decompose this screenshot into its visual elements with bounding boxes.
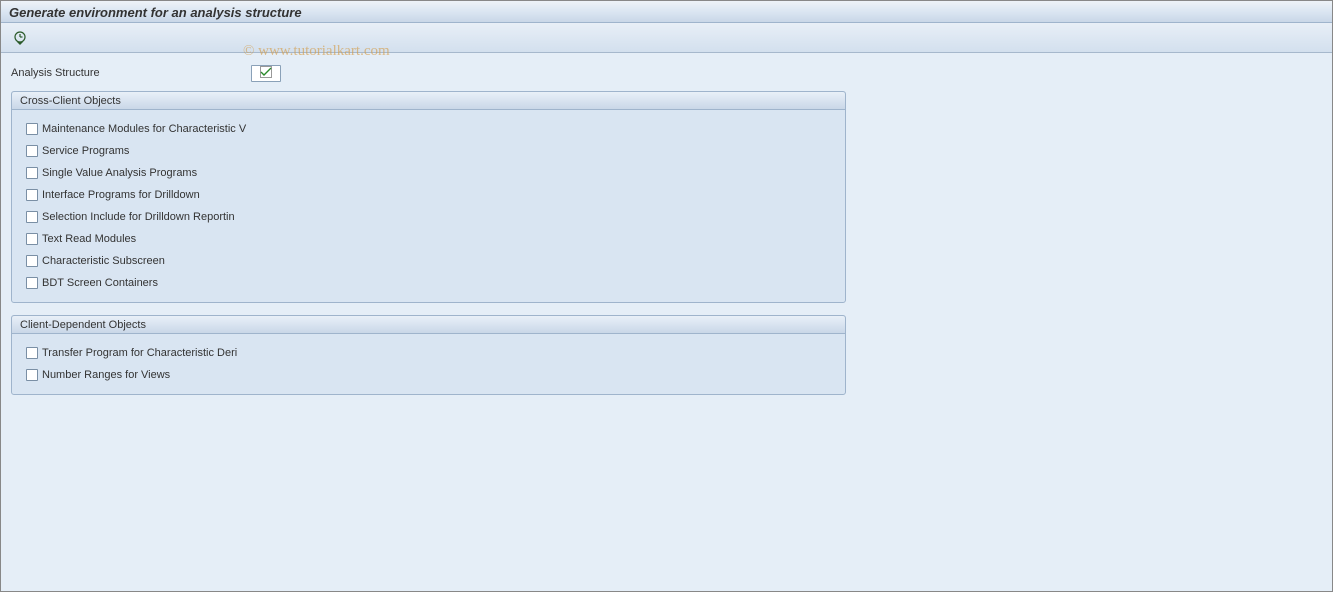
transfer-program-checkbox[interactable] bbox=[26, 347, 38, 359]
checkbox-row: Text Read Modules bbox=[26, 228, 831, 250]
service-programs-checkbox[interactable] bbox=[26, 145, 38, 157]
checkbox-label: Text Read Modules bbox=[42, 233, 136, 245]
checkbox-label: Number Ranges for Views bbox=[42, 369, 170, 381]
checkbox-row: Selection Include for Drilldown Reportin bbox=[26, 206, 831, 228]
checkbox-row: BDT Screen Containers bbox=[26, 272, 831, 294]
checkbox-row: Maintenance Modules for Characteristic V bbox=[26, 118, 831, 140]
checkbox-row: Characteristic Subscreen bbox=[26, 250, 831, 272]
checkbox-row: Transfer Program for Characteristic Deri bbox=[26, 342, 831, 364]
checkbox-label: Selection Include for Drilldown Reportin bbox=[42, 211, 235, 223]
client-dependent-body: Transfer Program for Characteristic Deri… bbox=[12, 334, 845, 394]
check-icon bbox=[260, 66, 272, 81]
checkbox-label: Transfer Program for Characteristic Deri bbox=[42, 347, 237, 359]
checkbox-label: Single Value Analysis Programs bbox=[42, 167, 197, 179]
checkbox-label: Service Programs bbox=[42, 145, 129, 157]
checkbox-row: Single Value Analysis Programs bbox=[26, 162, 831, 184]
characteristic-subscreen-checkbox[interactable] bbox=[26, 255, 38, 267]
title-bar: Generate environment for an analysis str… bbox=[1, 1, 1332, 23]
selection-include-checkbox[interactable] bbox=[26, 211, 38, 223]
checkbox-label: BDT Screen Containers bbox=[42, 277, 158, 289]
analysis-structure-input[interactable] bbox=[251, 65, 281, 82]
interface-programs-checkbox[interactable] bbox=[26, 189, 38, 201]
checkbox-row: Service Programs bbox=[26, 140, 831, 162]
execute-button[interactable] bbox=[11, 29, 29, 47]
cross-client-group: Cross-Client Objects Maintenance Modules… bbox=[11, 91, 846, 303]
bdt-screen-checkbox[interactable] bbox=[26, 277, 38, 289]
cross-client-title: Cross-Client Objects bbox=[12, 92, 845, 110]
client-dependent-group: Client-Dependent Objects Transfer Progra… bbox=[11, 315, 846, 395]
checkbox-row: Interface Programs for Drilldown bbox=[26, 184, 831, 206]
text-read-checkbox[interactable] bbox=[26, 233, 38, 245]
number-ranges-checkbox[interactable] bbox=[26, 369, 38, 381]
execute-icon bbox=[13, 31, 27, 45]
toolbar bbox=[1, 23, 1332, 53]
checkbox-label: Characteristic Subscreen bbox=[42, 255, 165, 267]
content-area: Analysis Structure Cross-Client Objects … bbox=[1, 53, 1332, 591]
analysis-structure-label: Analysis Structure bbox=[11, 67, 251, 79]
checkbox-label: Maintenance Modules for Characteristic V bbox=[42, 123, 246, 135]
checkbox-row: Number Ranges for Views bbox=[26, 364, 831, 386]
maintenance-modules-checkbox[interactable] bbox=[26, 123, 38, 135]
single-value-checkbox[interactable] bbox=[26, 167, 38, 179]
analysis-structure-row: Analysis Structure bbox=[11, 63, 1322, 83]
page-title: Generate environment for an analysis str… bbox=[9, 5, 302, 20]
cross-client-body: Maintenance Modules for Characteristic V… bbox=[12, 110, 845, 302]
client-dependent-title: Client-Dependent Objects bbox=[12, 316, 845, 334]
checkbox-label: Interface Programs for Drilldown bbox=[42, 189, 200, 201]
